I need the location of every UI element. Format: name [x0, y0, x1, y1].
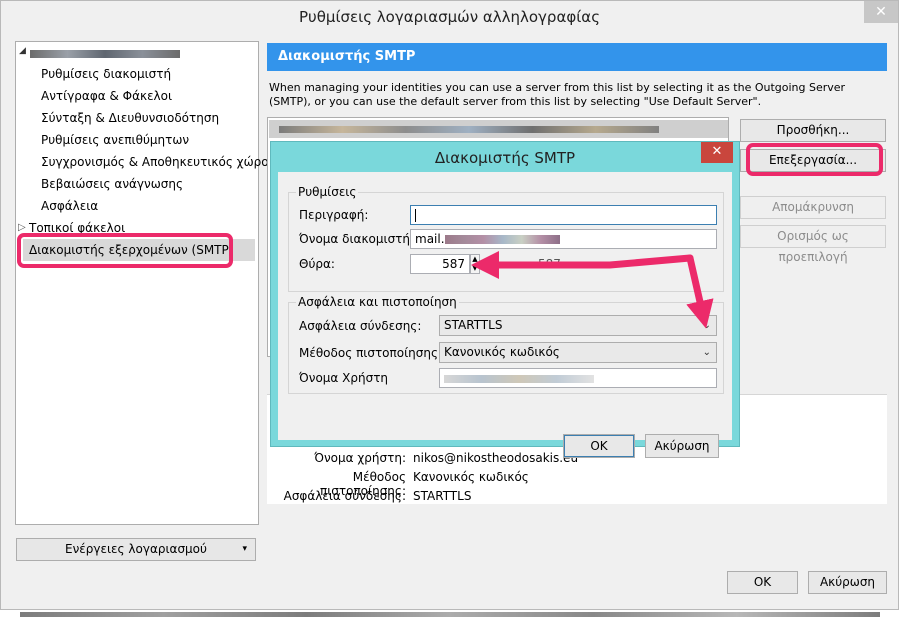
details-username-value: nikos@nikostheodosakis.eu	[413, 451, 579, 465]
dialog-title: Διακομιστής SMTP	[434, 149, 576, 167]
smtp-edit-dialog: Διακομιστής SMTP ✕ Ρυθμίσεις Περιγραφή: …	[270, 141, 740, 458]
dialog-close-button[interactable]: ✕	[701, 142, 733, 163]
main-ok-button[interactable]: OK	[727, 571, 798, 594]
auth-method-label: Μέθοδος πιστοποίησης:	[299, 346, 443, 360]
security-group-title: Ασφάλεια και πιστοποίηση	[296, 295, 459, 309]
window-close-button[interactable]: ✕	[864, 1, 898, 23]
chevron-down-icon: ⌄	[702, 347, 711, 358]
dialog-body: Ρυθμίσεις Περιγραφή: Όνομα διακομιστή: m…	[278, 172, 732, 458]
settings-group-title: Ρυθμίσεις	[296, 185, 359, 199]
details-security-value: STARTTLS	[413, 489, 472, 503]
server-name-input[interactable]: mail.	[410, 229, 717, 249]
tree-item-receipts[interactable]: Βεβαιώσεις ανάγνωσης	[41, 177, 183, 191]
blurred-username	[444, 374, 594, 383]
add-server-button[interactable]: Προσθήκη...	[740, 119, 886, 142]
tree-item-junk[interactable]: Ρυθμίσεις ανεπιθύμητων	[41, 133, 189, 147]
account-actions-label: Ενέργειες λογαριασμού	[65, 542, 207, 556]
chevron-down-icon: ⌄	[702, 320, 711, 331]
smtp-item-annotation-frame	[17, 233, 233, 268]
username-input[interactable]	[439, 368, 717, 388]
port-label: Θύρα:	[299, 257, 335, 271]
default-port-note: 587	[538, 257, 561, 271]
main-cancel-button[interactable]: Ακύρωση	[808, 571, 887, 594]
account-tree[interactable]: ◢ Ρυθμίσεις διακομιστή Αντίγραφα & Φάκελ…	[15, 41, 276, 525]
port-spinner[interactable]: ▲ ▼	[470, 254, 480, 274]
dialog-cancel-button[interactable]: Ακύρωση	[645, 434, 719, 458]
window-title: Ρυθμίσεις λογαριασμών αλληλογραφίας	[1, 1, 898, 33]
taskbar-strip	[0, 610, 899, 617]
conn-security-label: Ασφάλεια σύνδεσης:	[299, 319, 422, 333]
tree-item-server-settings[interactable]: Ρυθμίσεις διακομιστή	[41, 67, 171, 81]
expand-icon[interactable]: ▷	[18, 222, 26, 233]
auth-method-value: Κανονικός κωδικός	[444, 345, 560, 359]
tree-item-copies-folders[interactable]: Αντίγραφα & Φάκελοι	[41, 89, 172, 103]
smtp-server-row[interactable]	[269, 120, 728, 138]
auth-method-select[interactable]: Κανονικός κωδικός ⌄	[439, 342, 717, 363]
details-username-label: Όνομα χρήστη:	[314, 451, 406, 465]
blurred-server-name	[279, 126, 659, 133]
tree-item-composition[interactable]: Σύνταξη & Διευθυνσιοδότηση	[41, 111, 219, 125]
blurred-text	[20, 612, 880, 617]
details-security-label: Ασφάλεια σύνδεσης:	[283, 489, 406, 503]
remove-server-button[interactable]: Απομάκρυνση	[740, 196, 886, 219]
tree-item-security[interactable]: Ασφάλεια	[41, 199, 98, 213]
details-auth-value: Κανονικός κωδικός	[413, 470, 529, 484]
smtp-description: When managing your identities you can us…	[269, 81, 846, 108]
tree-item-sync-storage[interactable]: Συγχρονισμός & Αποθηκευτικός χώρος	[41, 155, 276, 169]
set-default-button[interactable]: Ορισμός ως προεπιλογή	[740, 225, 886, 264]
page-title: Διακομιστής SMTP	[267, 43, 887, 71]
conn-security-select[interactable]: STARTTLS ⌄	[439, 315, 717, 336]
server-name-prefix: mail.	[415, 232, 445, 246]
username-label: Όνομα Χρήστη	[299, 371, 389, 385]
port-input[interactable]: 587	[410, 254, 470, 274]
text-caret	[415, 209, 416, 222]
account-name[interactable]	[30, 46, 180, 60]
server-name-label: Όνομα διακομιστή:	[299, 232, 415, 246]
collapse-icon[interactable]: ◢	[19, 46, 26, 56]
dialog-ok-button[interactable]: OK	[563, 434, 635, 458]
dropdown-caret-icon: ▾	[242, 544, 247, 554]
edit-button-annotation-frame	[746, 143, 883, 176]
blurred-server-host	[444, 235, 560, 244]
account-actions-button[interactable]: Ενέργειες λογαριασμού ▾	[16, 538, 256, 561]
port-value: 587	[442, 257, 465, 271]
description-input[interactable]	[410, 205, 717, 225]
description-label: Περιγραφή:	[299, 208, 369, 222]
conn-security-value: STARTTLS	[444, 318, 503, 332]
